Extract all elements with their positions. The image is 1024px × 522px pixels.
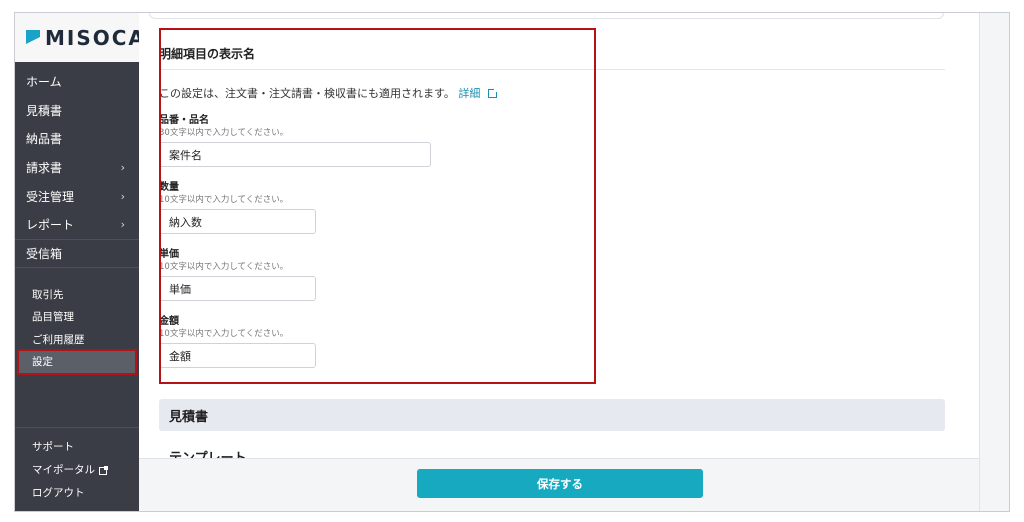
quantity-hint: 10文字以内で入力してください。 — [159, 195, 289, 205]
sidebar-item-label: 品目管理 — [32, 311, 74, 324]
section-title: 明細項目の表示名 — [159, 47, 256, 61]
sidebar-item-orders[interactable]: 受注管理 › — [15, 182, 139, 211]
sidebar-item-label: サポート — [32, 441, 74, 453]
sidebar-sub-nav: 取引先 品目管理 ご利用履歴 設定 — [15, 283, 139, 375]
sidebar-item-label: 受信箱 — [26, 246, 63, 261]
item-name-input[interactable] — [159, 142, 431, 167]
unit-price-hint: 10文字以内で入力してください。 — [159, 262, 289, 272]
right-gutter — [979, 13, 1009, 511]
item-name-label: 品番・品名 — [159, 115, 209, 126]
item-name-hint: 30文字以内で入力してください。 — [159, 128, 289, 138]
sidebar-item-estimates[interactable]: 見積書 — [15, 96, 139, 125]
sidebar-item-clients[interactable]: 取引先 — [15, 283, 139, 306]
sidebar-item-label: 取引先 — [32, 288, 64, 301]
sidebar: MISOCA ホーム 見積書 納品書 請求書 › 受注管理 › レポート › 受… — [15, 13, 144, 511]
sidebar-item-usage-history[interactable]: ご利用履歴 — [15, 328, 139, 351]
sidebar-item-label: 設定 — [32, 356, 53, 369]
unit-price-input[interactable] — [159, 276, 316, 301]
estimate-section-title: 見積書 — [169, 409, 209, 425]
main-content: 明細項目の表示名 この設定は、注文書・注文請書・検収書にも適用されます。 詳細 … — [139, 13, 979, 511]
external-link-icon — [99, 465, 108, 475]
quantity-label: 数量 — [159, 182, 179, 193]
unit-price-label: 単価 — [159, 249, 179, 260]
sidebar-item-label: レポート — [26, 218, 75, 233]
section-description: この設定は、注文書・注文請書・検収書にも適用されます。 詳細 — [159, 85, 498, 101]
sidebar-item-label: 見積書 — [26, 103, 63, 118]
chevron-right-icon: › — [120, 218, 125, 232]
sidebar-item-products[interactable]: 品目管理 — [15, 306, 139, 329]
save-button[interactable]: 保存する — [417, 469, 703, 498]
section-divider — [159, 69, 945, 70]
estimate-section-header: 見積書 — [159, 399, 945, 431]
external-link-icon[interactable] — [487, 88, 498, 98]
previous-card — [149, 13, 944, 19]
footer-bar: 保存する — [139, 458, 979, 511]
sidebar-item-support[interactable]: サポート — [15, 435, 139, 458]
sidebar-item-logout[interactable]: ログアウト — [15, 481, 139, 504]
sidebar-item-home[interactable]: ホーム — [15, 67, 139, 96]
quantity-input[interactable] — [159, 209, 316, 234]
sidebar-item-my-portal[interactable]: マイポータル — [15, 458, 139, 481]
sidebar-item-label: 受注管理 — [26, 189, 75, 204]
logo-text: MISOCA — [45, 26, 146, 50]
logo-area[interactable]: MISOCA — [15, 13, 144, 62]
sidebar-item-label: ログアウト — [32, 487, 85, 499]
sidebar-item-label: 請求書 — [26, 160, 63, 175]
sidebar-item-invoices[interactable]: 請求書 › — [15, 153, 139, 182]
amount-input[interactable] — [159, 343, 316, 368]
sidebar-item-reports[interactable]: レポート › — [15, 210, 139, 239]
sidebar-bottom-nav: サポート マイポータル ログアウト — [15, 435, 139, 504]
sidebar-item-label: ホーム — [26, 74, 62, 89]
app-window: MISOCA ホーム 見積書 納品書 請求書 › 受注管理 › レポート › 受… — [14, 12, 1010, 512]
description-text: この設定は、注文書・注文請書・検収書にも適用されます。 — [159, 87, 455, 100]
chevron-right-icon: › — [120, 161, 125, 175]
sidebar-item-inbox[interactable]: 受信箱 — [15, 239, 139, 268]
sidebar-main-nav: ホーム 見積書 納品書 請求書 › 受注管理 › レポート › 受信箱 — [15, 67, 139, 268]
amount-hint: 10文字以内で入力してください。 — [159, 329, 289, 339]
chevron-right-icon: › — [120, 189, 125, 203]
sidebar-item-settings[interactable]: 設定 — [17, 348, 137, 375]
misoca-logo-icon — [26, 30, 40, 44]
sidebar-divider — [15, 427, 139, 428]
sidebar-item-label: 納品書 — [26, 132, 63, 147]
amount-label: 金額 — [159, 316, 179, 327]
sidebar-item-delivery-notes[interactable]: 納品書 — [15, 124, 139, 153]
sidebar-item-label: マイポータル — [32, 464, 95, 476]
detail-link[interactable]: 詳細 — [458, 87, 480, 100]
sidebar-item-label: ご利用履歴 — [32, 333, 85, 346]
